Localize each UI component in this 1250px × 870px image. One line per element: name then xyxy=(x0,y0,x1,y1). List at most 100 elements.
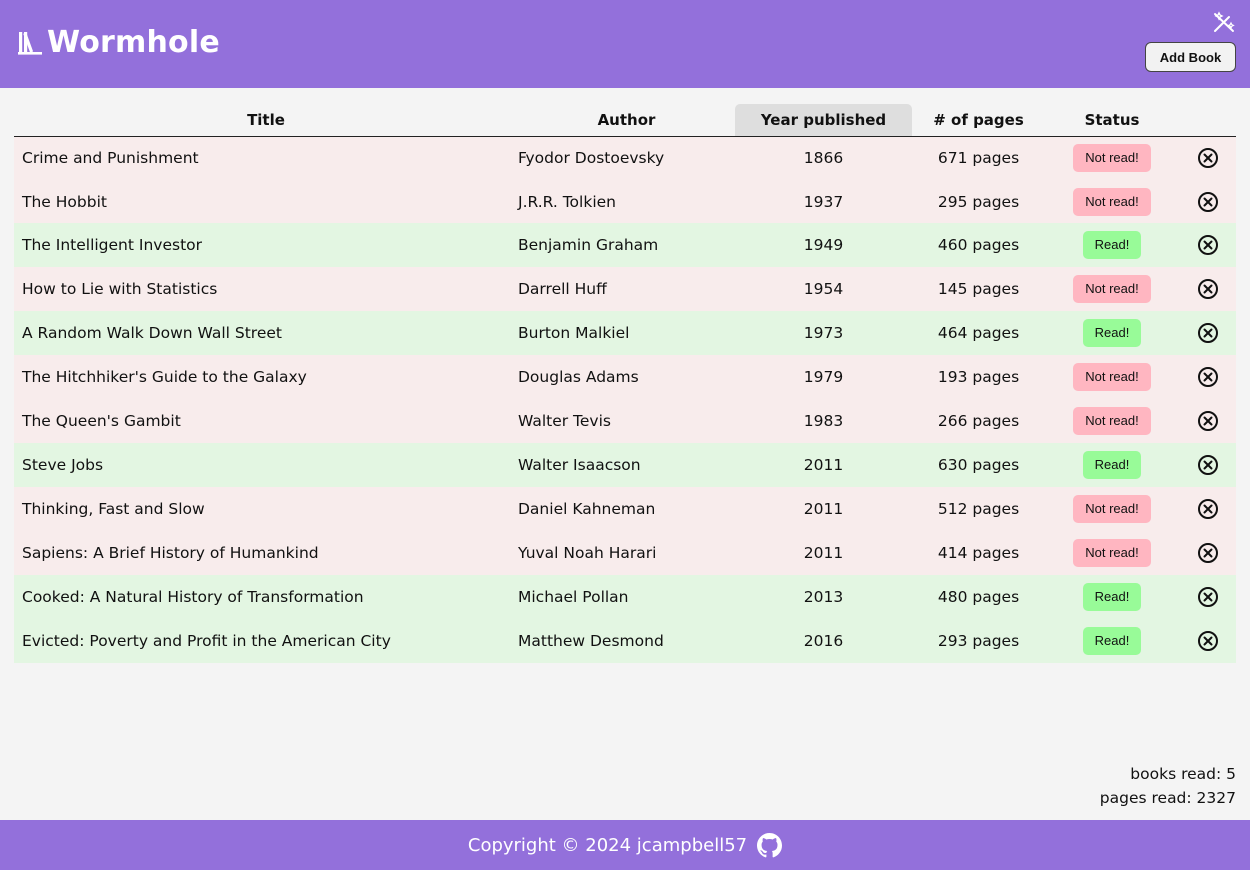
book-title: How to Lie with Statistics xyxy=(14,267,518,311)
column-header-delete xyxy=(1179,104,1236,137)
github-icon[interactable] xyxy=(757,832,783,858)
read-status-toggle[interactable]: Not read! xyxy=(1073,407,1151,435)
status-cell: Read! xyxy=(1045,311,1179,355)
app-header: Wormhole Add Book xyxy=(0,0,1250,88)
delete-book-icon[interactable] xyxy=(1197,454,1219,476)
status-cell: Not read! xyxy=(1045,267,1179,311)
delete-cell xyxy=(1179,180,1236,223)
status-cell: Read! xyxy=(1045,443,1179,487)
book-year: 2016 xyxy=(735,619,912,663)
book-year: 1949 xyxy=(735,223,912,267)
book-author: Michael Pollan xyxy=(518,575,735,619)
table-row: How to Lie with Statistics Darrell Huff 19… xyxy=(14,267,1236,311)
books-icon xyxy=(18,32,42,55)
books-table: Title Author Year published # of pages S… xyxy=(14,104,1236,663)
book-pages: 145 pages xyxy=(912,267,1045,311)
column-header-pages[interactable]: # of pages xyxy=(912,104,1045,137)
table-row: Sapiens: A Brief History of Humankind Yuv… xyxy=(14,531,1236,575)
read-status-toggle[interactable]: Not read! xyxy=(1073,275,1151,303)
book-year: 1973 xyxy=(735,311,912,355)
book-title: Thinking, Fast and Slow xyxy=(14,487,518,531)
book-author: Burton Malkiel xyxy=(518,311,735,355)
read-status-toggle[interactable]: Not read! xyxy=(1073,539,1151,567)
delete-cell xyxy=(1179,223,1236,267)
table-header-row: Title Author Year published # of pages S… xyxy=(14,104,1236,137)
delete-book-icon[interactable] xyxy=(1197,234,1219,256)
book-pages: 464 pages xyxy=(912,311,1045,355)
status-cell: Read! xyxy=(1045,619,1179,663)
book-author: Walter Isaacson xyxy=(518,443,735,487)
delete-book-icon[interactable] xyxy=(1197,410,1219,432)
copyright-text: Copyright © 2024 jcampbell57 xyxy=(467,834,748,856)
status-cell: Read! xyxy=(1045,223,1179,267)
delete-book-icon[interactable] xyxy=(1197,366,1219,388)
magic-wand-off-icon[interactable] xyxy=(1212,11,1236,33)
column-header-author[interactable]: Author xyxy=(518,104,735,137)
delete-cell xyxy=(1179,399,1236,443)
delete-book-icon[interactable] xyxy=(1197,191,1219,213)
read-status-toggle[interactable]: Read! xyxy=(1082,451,1142,479)
read-status-toggle[interactable]: Read! xyxy=(1082,627,1142,655)
table-row: A Random Walk Down Wall Street Burton Mal… xyxy=(14,311,1236,355)
pages-read-count: pages read: 2327 xyxy=(1099,789,1236,807)
delete-cell xyxy=(1179,487,1236,531)
read-status-toggle[interactable]: Not read! xyxy=(1073,187,1151,216)
column-header-status[interactable]: Status xyxy=(1045,104,1179,137)
book-title: The Hitchhiker's Guide to the Galaxy xyxy=(14,355,518,399)
book-author: Fyodor Dostoevsky xyxy=(518,136,735,180)
add-book-button[interactable]: Add Book xyxy=(1145,42,1236,72)
book-year: 2011 xyxy=(735,443,912,487)
book-title: A Random Walk Down Wall Street xyxy=(14,311,518,355)
column-header-year[interactable]: Year published xyxy=(735,104,912,137)
table-row: The Hitchhiker's Guide to the Galaxy Doug… xyxy=(14,355,1236,399)
book-pages: 480 pages xyxy=(912,575,1045,619)
book-pages: 671 pages xyxy=(912,136,1045,180)
book-pages: 193 pages xyxy=(912,355,1045,399)
book-pages: 460 pages xyxy=(912,223,1045,267)
book-author: Yuval Noah Harari xyxy=(518,531,735,575)
delete-book-icon[interactable] xyxy=(1197,630,1219,652)
delete-book-icon[interactable] xyxy=(1197,147,1219,169)
column-header-title[interactable]: Title xyxy=(14,104,518,137)
read-status-toggle[interactable]: Read! xyxy=(1082,319,1142,347)
book-title: Cooked: A Natural History of Transformat… xyxy=(14,575,518,619)
book-author: Matthew Desmond xyxy=(518,619,735,663)
delete-book-icon[interactable] xyxy=(1197,322,1219,344)
book-author: Daniel Kahneman xyxy=(518,487,735,531)
delete-cell xyxy=(1179,267,1236,311)
read-status-toggle[interactable]: Read! xyxy=(1082,231,1142,259)
book-year: 2011 xyxy=(735,531,912,575)
book-title: Evicted: Poverty and Profit in the Ameri… xyxy=(14,619,518,663)
book-author: Walter Tevis xyxy=(518,399,735,443)
read-status-toggle[interactable]: Not read! xyxy=(1073,495,1151,523)
table-row: Evicted: Poverty and Profit in the Ameri… xyxy=(14,619,1236,663)
book-year: 1979 xyxy=(735,355,912,399)
read-status-toggle[interactable]: Read! xyxy=(1082,583,1142,611)
delete-cell xyxy=(1179,531,1236,575)
delete-book-icon[interactable] xyxy=(1197,542,1219,564)
book-pages: 414 pages xyxy=(912,531,1045,575)
book-pages: 293 pages xyxy=(912,619,1045,663)
books-read-count: books read: 5 xyxy=(1130,765,1236,783)
delete-book-icon[interactable] xyxy=(1197,498,1219,520)
table-row: Thinking, Fast and Slow Daniel Kahneman 20… xyxy=(14,487,1236,531)
delete-book-icon[interactable] xyxy=(1197,278,1219,300)
book-year: 2011 xyxy=(735,487,912,531)
delete-book-icon[interactable] xyxy=(1197,586,1219,608)
status-cell: Not read! xyxy=(1045,180,1179,223)
book-title: Crime and Punishment xyxy=(14,136,518,180)
table-row: The Intelligent Investor Benjamin Graham 1… xyxy=(14,223,1236,267)
delete-cell xyxy=(1179,311,1236,355)
read-status-toggle[interactable]: Not read! xyxy=(1073,144,1151,173)
delete-cell xyxy=(1179,575,1236,619)
status-cell: Read! xyxy=(1045,575,1179,619)
book-title: The Hobbit xyxy=(14,180,518,223)
table-row: Steve Jobs Walter Isaacson 2011 630 pages Re… xyxy=(14,443,1236,487)
delete-cell xyxy=(1179,443,1236,487)
table-row: The Queen's Gambit Walter Tevis 1983 266 pa… xyxy=(14,399,1236,443)
app-footer: Copyright © 2024 jcampbell57 xyxy=(0,820,1250,870)
delete-cell xyxy=(1179,136,1236,180)
read-status-toggle[interactable]: Not read! xyxy=(1073,363,1151,391)
book-author: Darrell Huff xyxy=(518,267,735,311)
app-logo: Wormhole xyxy=(18,22,220,62)
